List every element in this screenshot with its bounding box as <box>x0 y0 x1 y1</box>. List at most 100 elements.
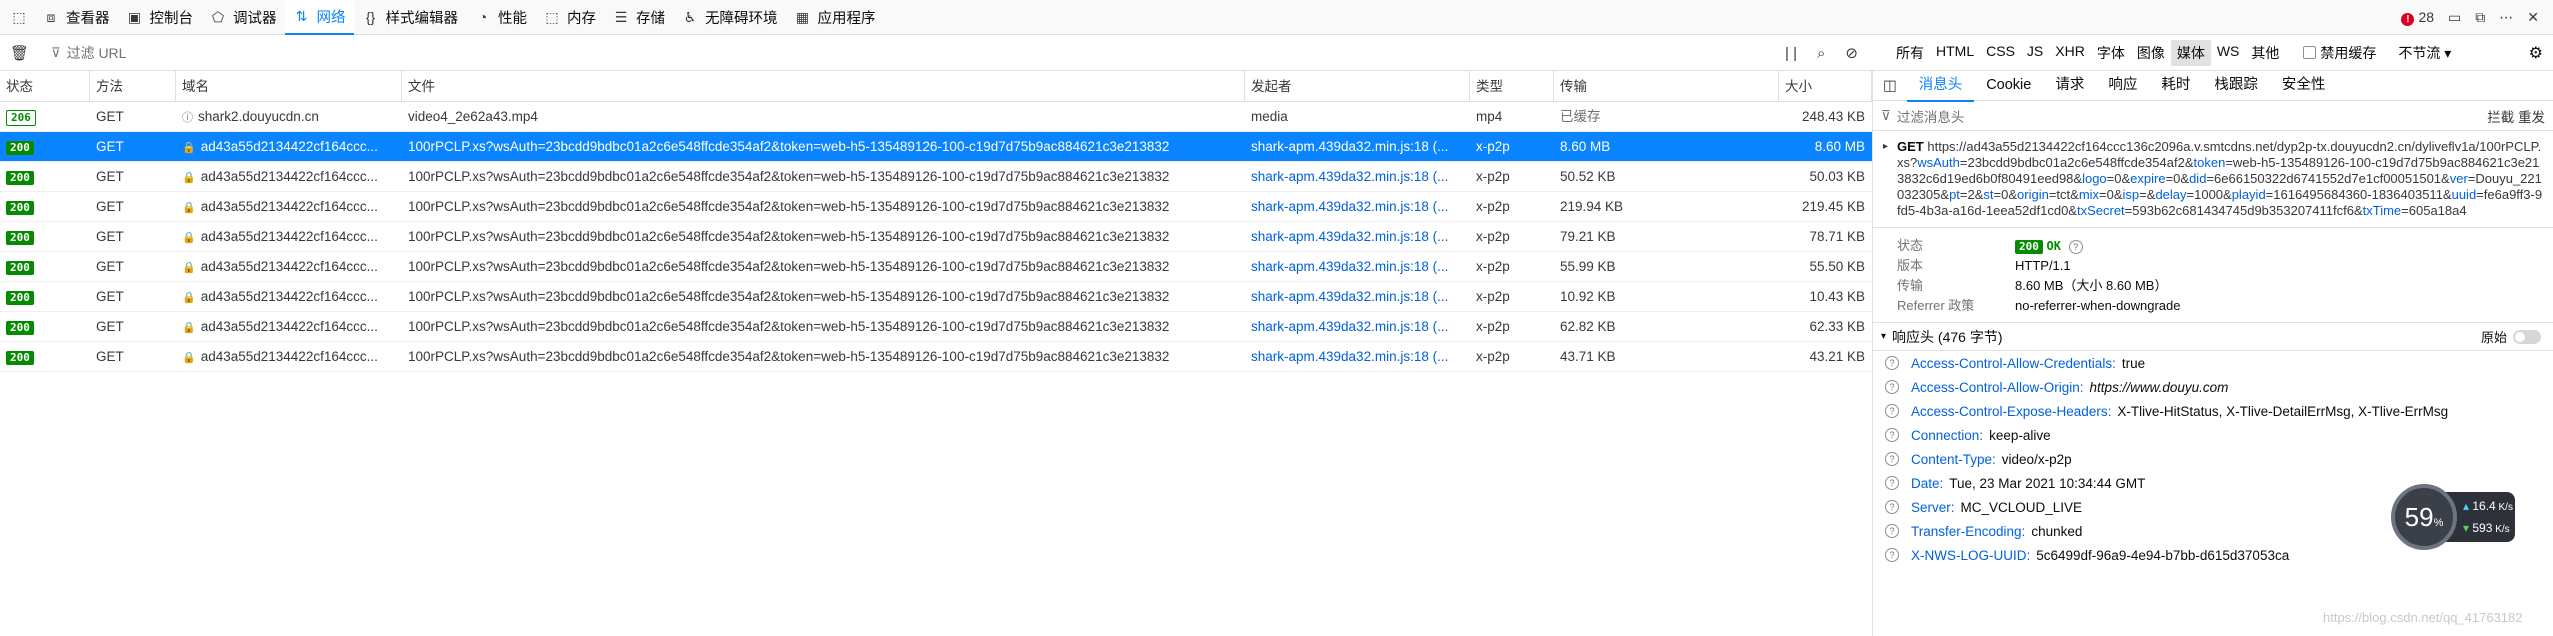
column-header[interactable]: 发起者 <box>1245 71 1470 101</box>
transfer-cell: 50.52 KB <box>1560 169 1616 184</box>
details-tab-2[interactable]: 请求 <box>2043 70 2096 102</box>
dock-icon[interactable]: ⧉ <box>2475 9 2485 26</box>
network-speed-widget[interactable]: ▴ 16.4 K/s ▾ 593 K/s 59% <box>2391 484 2516 550</box>
table-row[interactable]: 200 GET 🔒 ad43a55d2134422cf164ccc... 100rPCL… <box>0 282 1872 312</box>
url-param-value: =0& <box>1993 187 2018 202</box>
details-tab-4[interactable]: 耗时 <box>2149 70 2202 102</box>
status-cell: 200 <box>0 252 90 281</box>
column-header[interactable]: 方法 <box>90 71 176 101</box>
initiator-cell[interactable]: shark-apm.439da32.min.js:18 (... <box>1245 162 1470 191</box>
header-name: Access-Control-Expose-Headers: <box>1911 403 2112 419</box>
tab-debugger[interactable]: ⬠ 调试器 <box>201 0 285 35</box>
transfer-cell: 8.60 MB <box>1560 139 1611 154</box>
response-header-row: ? Access-Control-Allow-Origin: https://www… <box>1873 375 2553 399</box>
more-icon[interactable]: ⋯ <box>2499 9 2513 26</box>
tab-inspector[interactable]: ⧈ 查看器 <box>34 0 118 35</box>
table-row[interactable]: 200 GET 🔒 ad43a55d2134422cf164ccc... 100rPCL… <box>0 222 1872 252</box>
table-row[interactable]: 200 GET 🔒 ad43a55d2134422cf164ccc... 100rPCL… <box>0 192 1872 222</box>
details-tab-3[interactable]: 响应 <box>2096 70 2149 102</box>
column-header[interactable]: 域名 <box>176 71 402 101</box>
tab-console[interactable]: ▣ 控制台 <box>118 0 202 35</box>
block-resend-options[interactable]: 拦截 重发 <box>2487 106 2545 126</box>
error-indicator[interactable]: ! 28 <box>2401 9 2434 26</box>
throttle-select[interactable]: 不节流 ▾ <box>2398 43 2451 63</box>
help-icon[interactable]: ? <box>1885 452 1899 466</box>
details-tab-0[interactable]: 消息头 <box>1906 70 1975 102</box>
request-method: GET <box>1897 139 1924 154</box>
clear-icon[interactable]: 🗑 <box>10 44 29 62</box>
column-header[interactable]: 大小 <box>1779 71 1872 101</box>
help-icon[interactable]: ? <box>1885 476 1899 490</box>
initiator-cell[interactable]: shark-apm.439da32.min.js:18 (... <box>1245 222 1470 251</box>
method-cell: GET <box>96 199 124 214</box>
url-filter-input[interactable]: 过滤 URL <box>67 43 127 63</box>
initiator-cell[interactable]: shark-apm.439da32.min.js:18 (... <box>1245 192 1470 221</box>
header-name: Content-Type: <box>1911 451 1996 467</box>
details-tab-6[interactable]: 安全性 <box>2270 70 2338 102</box>
tab-style-editor[interactable]: {} 样式编辑器 <box>354 0 467 35</box>
type-filter-9[interactable]: 其他 <box>2245 40 2285 66</box>
help-icon[interactable]: ? <box>1885 404 1899 418</box>
block-icon[interactable]: ⊘ <box>1845 44 1858 62</box>
tab-memory[interactable]: ⬚ 内存 <box>535 0 604 35</box>
settings-icon[interactable]: ⚙ <box>2529 43 2543 63</box>
type-filter-1[interactable]: HTML <box>1930 40 1980 66</box>
column-header[interactable]: 传输 <box>1554 71 1779 101</box>
table-row[interactable]: 200 GET 🔒 ad43a55d2134422cf164ccc... 100rPCL… <box>0 252 1872 282</box>
type-filter-2[interactable]: CSS <box>1980 40 2021 66</box>
type-filter-5[interactable]: 字体 <box>2091 40 2131 66</box>
search-icon[interactable]: ⌕ <box>1817 45 1825 62</box>
help-icon[interactable]: ? <box>1885 356 1899 370</box>
expand-icon[interactable]: ▸ <box>1883 139 1888 155</box>
tool-label: 无障碍环境 <box>705 10 778 27</box>
tab-accessibility[interactable]: ♿ 无障碍环境 <box>673 0 786 35</box>
type-filter-6[interactable]: 图像 <box>2131 40 2171 66</box>
response-headers-section[interactable]: ▾ 响应头 (476 字节) 原始 <box>1873 323 2553 351</box>
initiator-cell[interactable]: shark-apm.439da32.min.js:18 (... <box>1245 282 1470 311</box>
initiator-cell[interactable]: shark-apm.439da32.min.js:18 (... <box>1245 312 1470 341</box>
transfer-value: 8.60 MB（大小 8.60 MB） <box>2015 278 2168 293</box>
help-icon[interactable]: ? <box>1885 500 1899 514</box>
tab-application[interactable]: ▦ 应用程序 <box>786 0 884 35</box>
help-icon[interactable]: ? <box>1885 380 1899 394</box>
responsive-design-icon[interactable]: ▭ <box>2448 9 2461 26</box>
request-summary: 状态 200 OK ? 版本 HTTP/1.1 传输 8.60 MB（大小 8.60 … <box>1873 228 2553 323</box>
type-filter-7[interactable]: 媒体 <box>2170 39 2211 66</box>
type-filter-4[interactable]: XHR <box>2049 40 2091 66</box>
table-row[interactable]: 200 GET 🔒 ad43a55d2134422cf164ccc... 100rPCL… <box>0 162 1872 192</box>
tab-network[interactable]: ⇅ 网络 <box>284 0 354 35</box>
details-tab-5[interactable]: 栈跟踪 <box>2202 70 2270 102</box>
type-filter-8[interactable]: WS <box>2211 40 2246 66</box>
response-header-row: ? Connection: keep-alive <box>1873 423 2553 447</box>
column-header[interactable]: 类型 <box>1470 71 1554 101</box>
pause-icon[interactable]: | | <box>1785 45 1797 62</box>
details-tab-1[interactable]: Cookie <box>1974 70 2043 102</box>
table-row[interactable]: 200 GET 🔒 ad43a55d2134422cf164ccc... 100rPCL… <box>0 312 1872 342</box>
initiator-cell[interactable]: shark-apm.439da32.min.js:18 (... <box>1245 342 1470 371</box>
table-row[interactable]: 206 GET ⓘ shark2.douyucdn.cn video4_2e62a43.… <box>0 102 1872 132</box>
initiator-cell[interactable]: shark-apm.439da32.min.js:18 (... <box>1245 132 1470 161</box>
initiator-cell[interactable]: shark-apm.439da32.min.js:18 (... <box>1245 252 1470 281</box>
raw-toggle[interactable]: 原始 <box>2481 327 2541 346</box>
table-row[interactable]: 200 GET 🔒 ad43a55d2134422cf164ccc... 100rPCL… <box>0 342 1872 372</box>
collapse-icon: ▾ <box>1881 331 1887 342</box>
help-icon[interactable]: ? <box>1885 548 1899 562</box>
close-icon[interactable]: ✕ <box>2527 9 2539 26</box>
url-param-key: wsAuth <box>1917 155 1960 170</box>
table-row[interactable]: 200 GET 🔒 ad43a55d2134422cf164ccc... 100rPCL… <box>0 132 1872 162</box>
help-icon[interactable]: ? <box>1885 524 1899 538</box>
type-filter-0[interactable]: 所有 <box>1890 40 1930 66</box>
column-header[interactable]: 状态 <box>0 71 90 101</box>
watermark: https://blog.csdn.net/qq_41763182 <box>2323 610 2523 625</box>
tab-storage[interactable]: ☰ 存储 <box>604 0 673 35</box>
pick-element-button[interactable]: ⬚ <box>0 0 34 35</box>
column-header[interactable]: 文件 <box>402 71 1245 101</box>
help-icon[interactable]: ? <box>1885 428 1899 442</box>
help-icon[interactable]: ? <box>2068 240 2083 254</box>
url-param-value: =0& <box>2099 187 2123 202</box>
tab-performance[interactable]: ◔ 性能 <box>466 0 535 35</box>
headers-filter-input[interactable]: 过滤消息头 <box>1897 106 1965 126</box>
disable-cache-checkbox[interactable]: 禁用缓存 <box>2303 43 2376 63</box>
type-filter-3[interactable]: JS <box>2021 40 2049 66</box>
toggle-sidebar-icon[interactable]: ◫ <box>1873 78 1907 94</box>
